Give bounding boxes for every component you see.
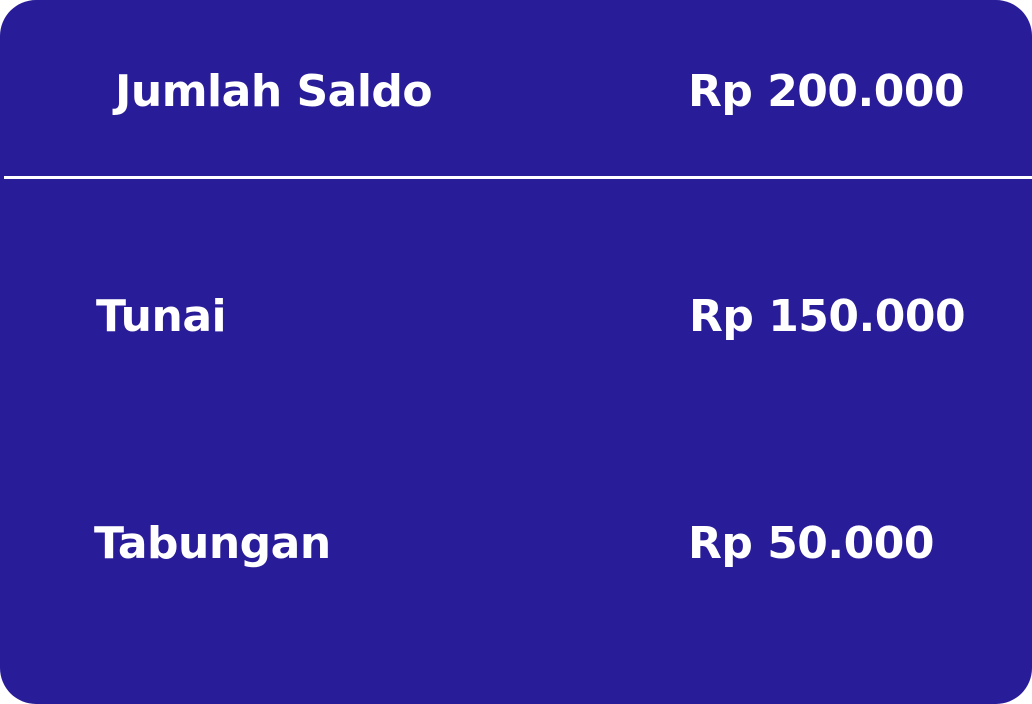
divider — [4, 176, 1032, 179]
cash-label: Tunai — [96, 291, 227, 342]
total-balance-label: Jumlah Saldo — [115, 66, 433, 117]
cash-amount: Rp 150.000 — [689, 291, 966, 342]
balance-card: Jumlah Saldo Rp 200.000 Tunai Rp 150.000… — [0, 0, 1032, 704]
savings-amount: Rp 50.000 — [688, 518, 935, 569]
savings-label: Tabungan — [94, 518, 331, 569]
total-balance-amount: Rp 200.000 — [688, 66, 965, 117]
